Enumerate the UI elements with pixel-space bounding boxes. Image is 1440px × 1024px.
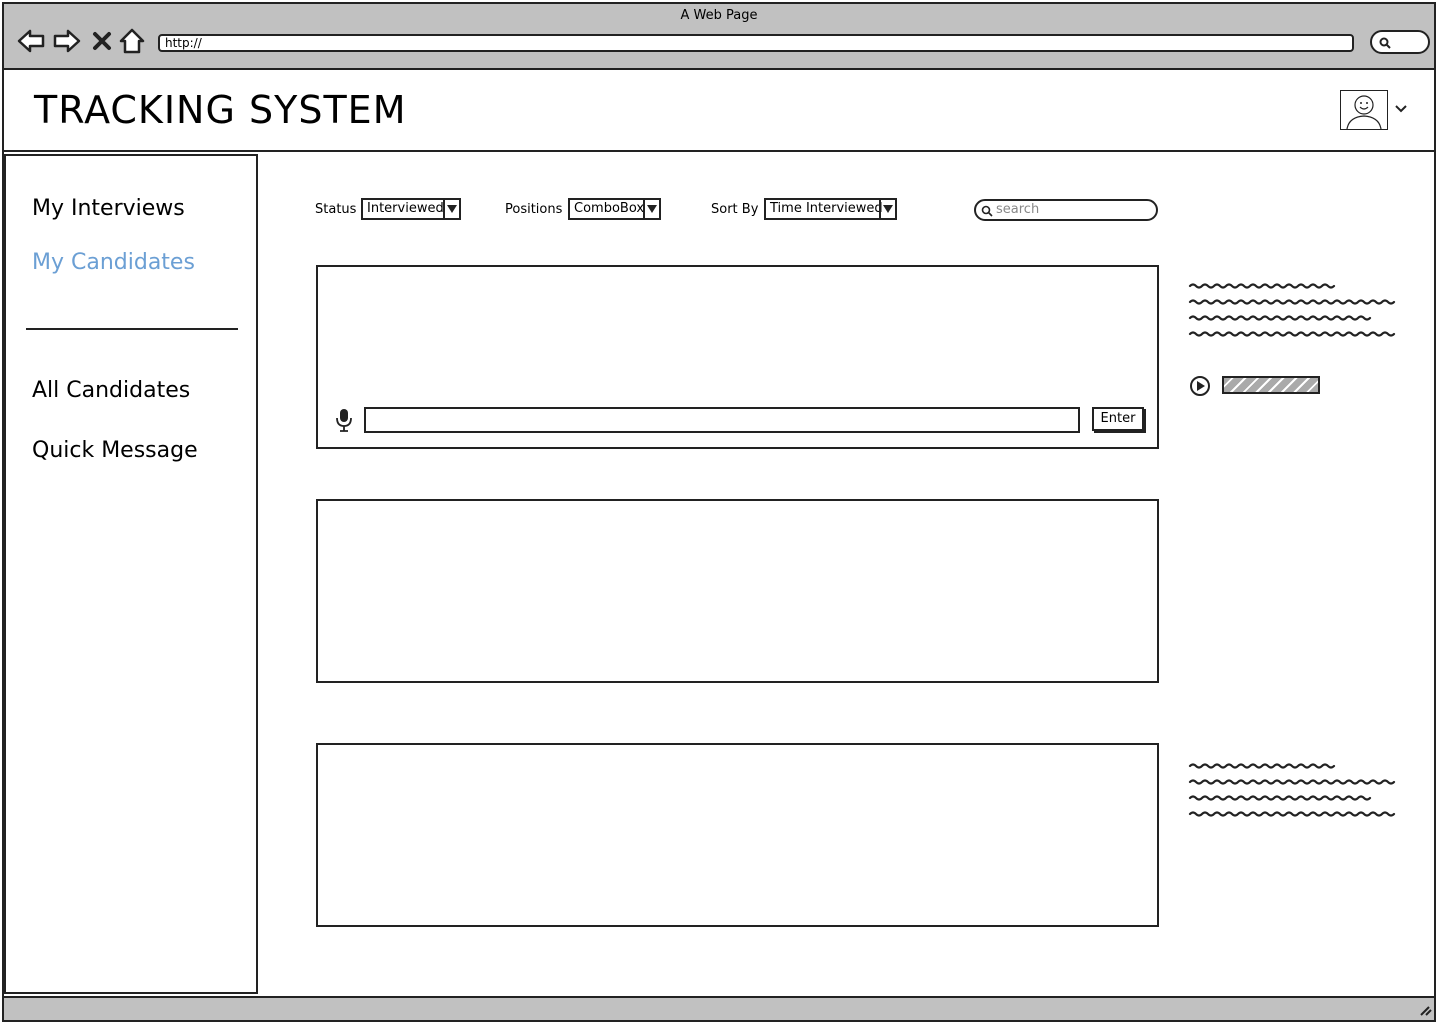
dropdown-arrow-icon[interactable] [879,200,895,218]
dropdown-arrow-icon[interactable] [643,200,659,218]
candidate-panel-1: Enter [316,265,1159,449]
search-icon [981,205,993,217]
sidebar-item-my-candidates[interactable]: My Candidates [32,250,195,275]
positions-select[interactable]: ComboBox [568,198,661,220]
enter-button[interactable]: Enter [1092,407,1144,431]
dropdown-arrow-icon[interactable] [443,200,459,218]
placeholder-text-block-2 [1188,763,1396,817]
sidebar: My Interviews My Candidates All Candidat… [4,154,258,994]
back-icon[interactable] [16,26,46,56]
resize-handle-icon[interactable] [1418,1004,1432,1016]
browser-search-field[interactable] [1370,30,1430,54]
stop-icon[interactable] [90,26,114,56]
browser-chrome: A Web Page http:// [2,2,1436,70]
sort-by-label: Sort By [711,202,759,217]
sort-by-select[interactable]: Time Interviewed [764,198,897,220]
user-icon [1346,95,1382,130]
browser-window: A Web Page http:// TRACKING SYSTEM My In… [0,0,1440,1024]
audio-progress-fill [1224,378,1318,392]
candidate-panel-2 [316,499,1159,683]
play-icon[interactable] [1189,375,1211,397]
audio-progress-bar[interactable] [1222,376,1320,394]
positions-select-value: ComboBox [574,201,645,216]
message-input[interactable] [364,407,1080,433]
search-placeholder: search [996,202,1040,217]
address-bar[interactable]: http:// [158,34,1354,52]
home-icon[interactable] [118,26,146,56]
sidebar-item-quick-message[interactable]: Quick Message [32,438,198,463]
sort-by-select-value: Time Interviewed [770,201,883,216]
window-title: A Web Page [680,8,758,23]
browser-status-bar [2,996,1436,1022]
status-select-value: Interviewed [367,201,444,216]
placeholder-text-block-1 [1188,283,1396,337]
sidebar-divider [26,328,238,330]
positions-label: Positions [505,202,563,217]
app-header: TRACKING SYSTEM [2,70,1436,152]
page-title: TRACKING SYSTEM [34,88,407,132]
sidebar-item-my-interviews[interactable]: My Interviews [32,196,185,221]
chevron-down-icon[interactable] [1394,102,1408,116]
microphone-icon[interactable] [334,407,354,433]
avatar[interactable] [1340,90,1388,130]
status-select[interactable]: Interviewed [361,198,461,220]
sidebar-item-all-candidates[interactable]: All Candidates [32,378,190,403]
search-input[interactable]: search [974,199,1158,221]
candidate-panel-3 [316,743,1159,927]
search-icon [1379,37,1391,49]
forward-icon[interactable] [52,26,82,56]
status-label: Status [315,202,357,217]
